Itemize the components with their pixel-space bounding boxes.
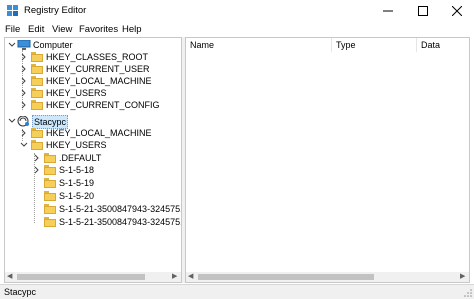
menu-bar: File Edit View Favorites Help (0, 22, 474, 37)
tree-item-label: S-1-5-20 (59, 191, 95, 201)
menu-edit[interactable]: Edit (28, 24, 44, 35)
tree-item-stacypc[interactable]: Stacypc (5, 115, 181, 129)
tree-item-label: S-1-5-18 (59, 165, 95, 175)
maximize-icon (418, 6, 428, 16)
values-list[interactable]: Name Type Data ◀ ▶ (185, 37, 470, 283)
tree-item-hkey[interactable]: HKEY_CURRENT_CONFIG (5, 99, 181, 111)
close-icon (452, 6, 462, 16)
list-horizontal-scrollbar[interactable]: ◀ ▶ (186, 272, 469, 282)
tree-item-label: HKEY_CLASSES_ROOT (46, 52, 149, 62)
column-header-data[interactable]: Data (417, 38, 469, 52)
folder-icon (44, 178, 56, 188)
folder-icon (31, 52, 43, 62)
tree-item-label: HKEY_CURRENT_USER (46, 64, 150, 74)
menu-favorites[interactable]: Favorites (79, 24, 118, 35)
registry-icon (7, 5, 19, 17)
scrollbar-thumb[interactable] (17, 274, 145, 280)
chevron-down-icon[interactable] (8, 116, 16, 126)
tree-item-label: HKEY_CURRENT_CONFIG (46, 100, 160, 110)
scrollbar-thumb[interactable] (198, 274, 374, 280)
tree-item-label: HKEY_LOCAL_MACHINE (46, 128, 152, 138)
folder-icon (31, 128, 43, 138)
folder-icon (44, 191, 56, 201)
minimize-icon (383, 10, 393, 12)
chevron-right-icon[interactable] (33, 165, 41, 175)
folder-icon (31, 76, 43, 86)
tree-item-label: S-1-5-21-3500847943-324575136 (59, 217, 182, 227)
folder-icon (44, 153, 56, 163)
registry-tree[interactable]: Computer HKEY_CLASSES_ROOT HKEY_CURRENT_… (4, 37, 182, 283)
chevron-right-icon[interactable] (20, 64, 28, 74)
folder-icon (31, 64, 43, 74)
computer-icon (17, 39, 31, 50)
close-button[interactable] (440, 0, 474, 22)
tree-item-hkey[interactable]: HKEY_LOCAL_MACHINE (5, 75, 181, 87)
folder-icon (44, 165, 56, 175)
title-bar: Registry Editor (0, 0, 474, 22)
tree-item-hkey[interactable]: HKEY_LOCAL_MACHINE (5, 127, 181, 139)
chevron-right-icon[interactable] (33, 153, 41, 163)
window-title: Registry Editor (24, 5, 87, 16)
chevron-right-icon[interactable] (20, 52, 28, 62)
tree-item-label: HKEY_USERS (46, 88, 107, 98)
folder-icon (31, 100, 43, 110)
folder-icon (31, 140, 43, 150)
tree-item-subkey[interactable]: S-1-5-18 (5, 164, 181, 176)
tree-item-subkey[interactable]: .DEFAULT (5, 152, 181, 164)
folder-icon (31, 88, 43, 98)
tree-item-computer[interactable]: Computer (5, 39, 181, 51)
tree-item-label: HKEY_USERS (46, 140, 107, 150)
folder-icon (44, 217, 56, 227)
network-computer-icon (17, 115, 31, 127)
tree-item-hkey[interactable]: HKEY_CLASSES_ROOT (5, 51, 181, 63)
tree-item-label: S-1-5-21-3500847943-324575136 (59, 204, 182, 214)
menu-help[interactable]: Help (122, 24, 142, 35)
folder-icon (44, 204, 56, 214)
tree-item-hkey[interactable]: HKEY_CURRENT_USER (5, 63, 181, 75)
chevron-down-icon[interactable] (20, 140, 28, 150)
tree-item-label: Computer (33, 40, 73, 50)
tree-item-subkey[interactable]: S-1-5-20 (5, 190, 181, 202)
resize-grip-icon[interactable] (464, 289, 472, 297)
status-bar: Stacypc (0, 284, 474, 299)
tree-item-subkey[interactable]: S-1-5-19 (5, 177, 181, 189)
tree-item-label: .DEFAULT (59, 153, 102, 163)
scroll-right-icon[interactable]: ▶ (172, 273, 177, 281)
chevron-right-icon[interactable] (20, 100, 28, 110)
tree-item-hkey-users[interactable]: HKEY_USERS (5, 139, 181, 151)
menu-view[interactable]: View (52, 24, 72, 35)
menu-file[interactable]: File (5, 24, 20, 35)
tree-item-hkey[interactable]: HKEY_USERS (5, 87, 181, 99)
chevron-down-icon[interactable] (8, 40, 16, 50)
chevron-right-icon[interactable] (20, 88, 28, 98)
scroll-left-icon[interactable]: ◀ (7, 273, 12, 281)
tree-item-subkey[interactable]: S-1-5-21-3500847943-324575136 (5, 203, 181, 215)
scroll-left-icon[interactable]: ◀ (188, 273, 193, 281)
column-header-type[interactable]: Type (332, 38, 416, 52)
maximize-button[interactable] (406, 0, 440, 22)
status-path: Stacypc (4, 287, 37, 297)
tree-item-label: S-1-5-19 (59, 178, 95, 188)
chevron-right-icon[interactable] (20, 128, 28, 138)
tree-item-subkey[interactable]: S-1-5-21-3500847943-324575136 (5, 216, 181, 228)
column-header-name[interactable]: Name (186, 38, 331, 52)
minimize-button[interactable] (371, 0, 405, 22)
scroll-right-icon[interactable]: ▶ (460, 273, 465, 281)
tree-horizontal-scrollbar[interactable]: ◀ ▶ (5, 272, 181, 282)
chevron-right-icon[interactable] (20, 76, 28, 86)
tree-item-label: HKEY_LOCAL_MACHINE (46, 76, 152, 86)
